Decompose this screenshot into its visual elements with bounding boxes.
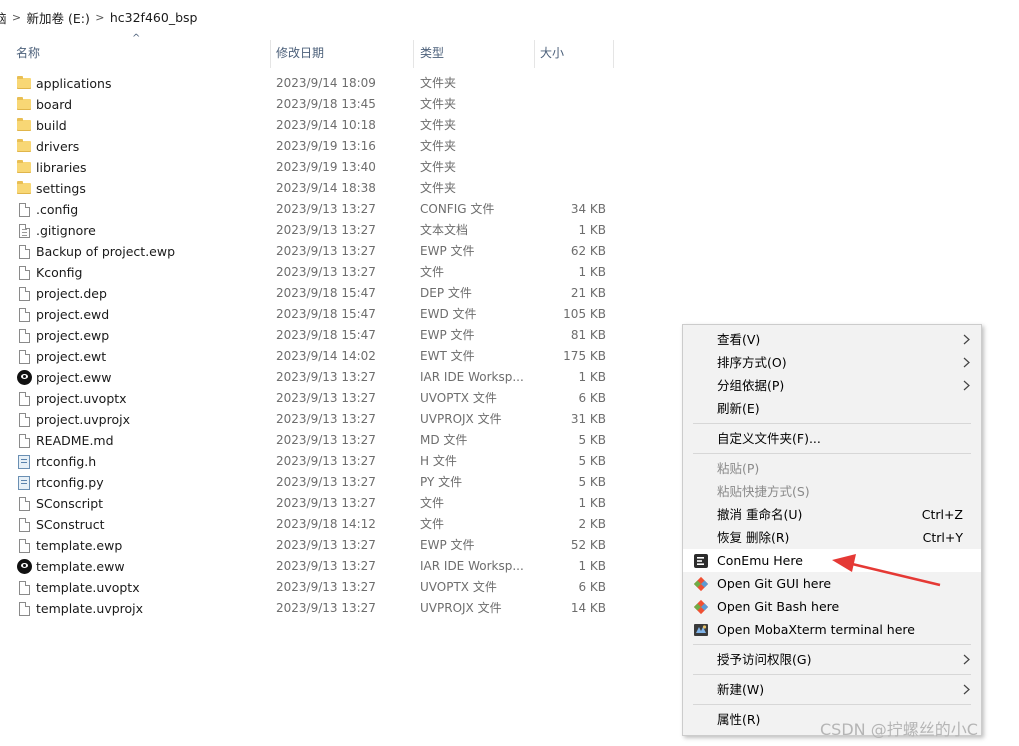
- annotation-arrow-head: [832, 554, 856, 572]
- watermark: CSDN @拧螺丝的小C: [820, 720, 978, 739]
- annotation-arrow: [832, 554, 941, 587]
- annotation-arrow-shaft: [847, 561, 941, 587]
